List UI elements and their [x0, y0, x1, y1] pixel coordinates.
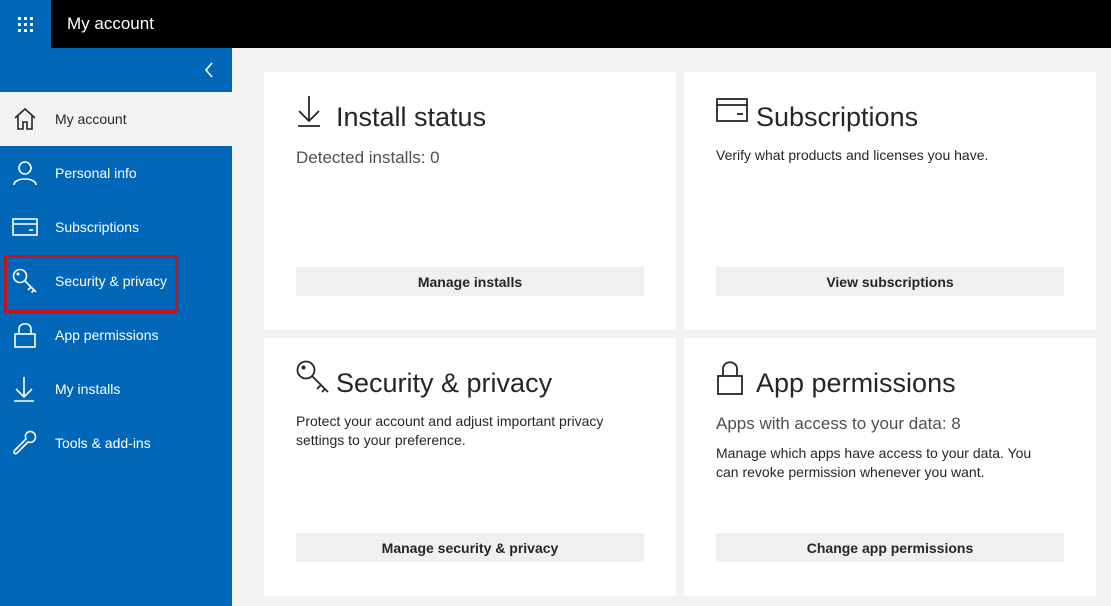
- sidebar-item-label: Tools & add-ins: [55, 435, 151, 451]
- sidebar-item-label: My installs: [55, 381, 121, 397]
- card-title: Subscriptions: [756, 102, 919, 132]
- lock-icon: [14, 322, 36, 348]
- sidebar-item-label: Subscriptions: [55, 219, 140, 235]
- app-permissions-card: App permissions Apps with access to your…: [684, 338, 1096, 596]
- wrench-icon: [13, 430, 37, 455]
- download-icon: [298, 96, 320, 127]
- change-app-permissions-button[interactable]: Change app permissions: [716, 533, 1064, 562]
- key-icon: [296, 360, 329, 393]
- collapse-sidebar-button[interactable]: [0, 48, 232, 92]
- sidebar-item-label: App permissions: [55, 327, 159, 343]
- person-icon: [13, 161, 37, 186]
- card-title: Install status: [336, 102, 487, 132]
- waffle-icon: [18, 16, 33, 32]
- app-launcher-button[interactable]: [0, 0, 51, 48]
- subscriptions-card: Subscriptions Verify what products and l…: [684, 72, 1096, 330]
- sidebar-item-personal-info[interactable]: Personal info: [0, 146, 232, 200]
- card-title: Security & privacy: [336, 368, 553, 398]
- sidebar-item-app-permissions[interactable]: App permissions: [0, 308, 232, 362]
- home-icon: [14, 107, 36, 130]
- chevron-left-icon: [204, 62, 213, 78]
- card-icon: [12, 218, 38, 236]
- card-description: Manage which apps have access to your da…: [716, 445, 1032, 480]
- sidebar-item-label: My account: [55, 111, 127, 127]
- sidebar-item-tools-add-ins[interactable]: Tools & add-ins: [0, 416, 232, 470]
- install-status-card: Install status Detected installs: 0 Mana…: [264, 72, 676, 330]
- download-icon: [14, 377, 34, 402]
- card-icon: [716, 98, 748, 122]
- selection-highlight: [4, 255, 178, 313]
- detected-installs-count: Detected installs: 0: [296, 148, 440, 167]
- card-description: Verify what products and licenses you ha…: [716, 147, 989, 163]
- card-description: Protect your account and adjust importan…: [296, 413, 604, 448]
- top-bar: My account: [0, 0, 1111, 48]
- sidebar-item-label: Personal info: [55, 165, 137, 181]
- app-title: My account: [67, 14, 154, 33]
- security-privacy-card: Security & privacy Protect your account …: [264, 338, 676, 596]
- manage-installs-button[interactable]: Manage installs: [296, 267, 644, 296]
- sidebar: My account Personal info Subscriptions S…: [0, 48, 232, 606]
- card-title: App permissions: [756, 368, 956, 398]
- view-subscriptions-button[interactable]: View subscriptions: [716, 267, 1064, 296]
- sidebar-item-subscriptions[interactable]: Subscriptions: [0, 200, 232, 254]
- sidebar-item-my-installs[interactable]: My installs: [0, 362, 232, 416]
- manage-security-privacy-button[interactable]: Manage security & privacy: [296, 533, 644, 562]
- sidebar-item-my-account[interactable]: My account: [0, 92, 232, 146]
- lock-icon: [717, 361, 743, 395]
- apps-access-count: Apps with access to your data: 8: [716, 414, 961, 433]
